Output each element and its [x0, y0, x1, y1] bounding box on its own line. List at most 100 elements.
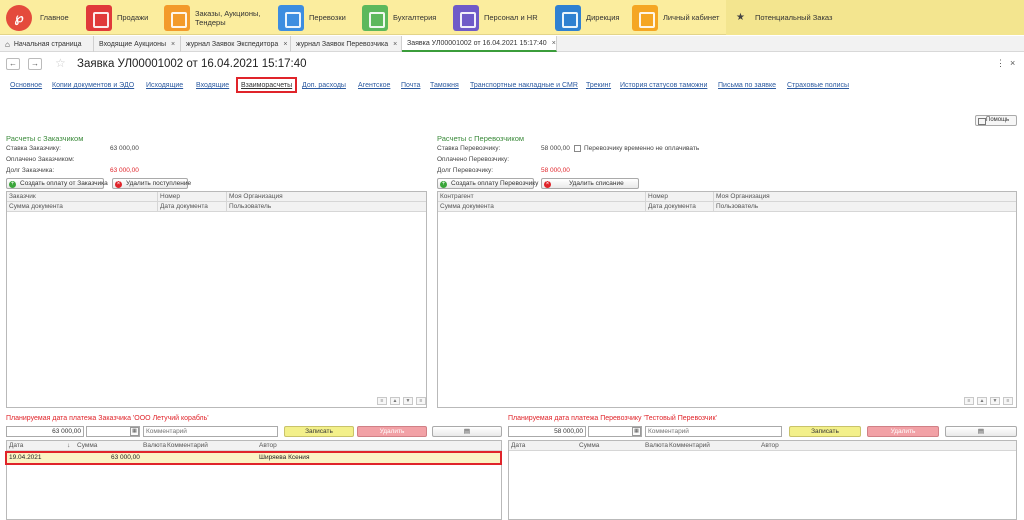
tab-forwarder-journal[interactable]: журнал Заявок Экспедитора ×: [181, 36, 291, 52]
scroll-bottom-icon[interactable]: ≡: [416, 397, 426, 405]
scroll-down-icon[interactable]: ▼: [990, 397, 1000, 405]
section-hr[interactable]: Персонал и HR: [453, 0, 538, 35]
carrier-extra-button[interactable]: ▤: [945, 426, 1017, 437]
tab-agency[interactable]: Агентское: [358, 82, 390, 89]
sort-down-icon[interactable]: ↓: [67, 442, 70, 449]
section-orders[interactable]: Заказы, Аукционы, Тендеры: [164, 0, 265, 35]
column-header[interactable]: Номер: [648, 193, 668, 200]
close-icon[interactable]: ×: [1010, 58, 1015, 68]
section-accounting[interactable]: Бухгалтерия: [362, 0, 436, 35]
customer-remove-button[interactable]: Удалить: [357, 426, 427, 437]
delete-receipt-button[interactable]: × Удалить поступление: [112, 178, 191, 189]
tab-outgoing[interactable]: Исходящие: [146, 82, 183, 89]
carrier-remove-button[interactable]: Удалить: [867, 426, 939, 437]
column-header[interactable]: Заказчик: [9, 193, 36, 200]
column-header[interactable]: Моя Организация: [716, 193, 770, 200]
help-button[interactable]: Помощь: [975, 115, 1017, 126]
customer-extra-button[interactable]: ▤: [432, 426, 502, 437]
column-header[interactable]: Сумма документа: [9, 203, 63, 210]
favorite-potential-order[interactable]: ★ Потенциальный Заказ: [726, 0, 1024, 35]
tab-carrier-journal[interactable]: журнал Заявок Перевозчика ×: [291, 36, 402, 52]
column-header[interactable]: Сумма: [579, 442, 599, 449]
create-customer-payment-button[interactable]: + Создать оплату от Заказчика: [6, 178, 108, 189]
column-header[interactable]: Контрагент: [440, 193, 474, 200]
tab-insurance[interactable]: Страховые полисы: [787, 82, 849, 89]
carrier-debt-label: Долг Перевозчику:: [437, 167, 494, 174]
delete-writeoff-button[interactable]: × Удалить списание: [541, 178, 639, 189]
calendar-icon[interactable]: ▦: [130, 427, 139, 436]
tab-settlements[interactable]: Взаиморасчеты: [236, 77, 298, 93]
tab-incoming-auctions[interactable]: Входящие Аукционы ×: [94, 36, 181, 52]
column-header[interactable]: Валюта: [645, 442, 668, 449]
section-label: Бухгалтерия: [393, 13, 437, 22]
column-header[interactable]: Валюта: [143, 442, 166, 449]
column-divider: [226, 192, 227, 212]
section-sales[interactable]: Продажи: [86, 0, 148, 35]
close-icon[interactable]: ×: [552, 40, 556, 47]
column-header[interactable]: Сумма документа: [440, 203, 494, 210]
column-header[interactable]: Дата документа: [160, 203, 208, 210]
column-header[interactable]: Пользователь: [716, 203, 758, 210]
tab-customs-history[interactable]: История статусов таможни: [620, 82, 707, 89]
column-header[interactable]: Номер: [160, 193, 180, 200]
more-icon[interactable]: ⋮: [996, 58, 1005, 69]
favorite-label: Потенциальный Заказ: [754, 13, 833, 22]
column-header[interactable]: Комментарий: [669, 442, 710, 449]
scroll-end-icon[interactable]: ≡: [964, 397, 974, 405]
customer-save-button[interactable]: Записать: [284, 426, 354, 437]
tab-customs[interactable]: Таможня: [430, 82, 459, 89]
scroll-bottom-icon[interactable]: ≡: [1003, 397, 1013, 405]
tab-order-document[interactable]: Заявка УЛ00001002 от 16.04.2021 15:17:40…: [402, 36, 557, 52]
close-icon[interactable]: ×: [393, 41, 397, 48]
column-header[interactable]: Дата документа: [648, 203, 696, 210]
tab-tracking[interactable]: Трекинг: [586, 82, 611, 89]
tab-home[interactable]: ⌂ Начальная страница: [0, 36, 94, 52]
carrier-plan-amount-field[interactable]: 58 000,00: [508, 426, 586, 437]
close-icon[interactable]: ×: [171, 41, 175, 48]
forward-button[interactable]: →: [28, 58, 42, 70]
close-icon[interactable]: ×: [283, 41, 287, 48]
tab-mail[interactable]: Почта: [401, 82, 420, 89]
scroll-down-icon[interactable]: ▼: [403, 397, 413, 405]
customer-rate-label: Ставка Заказчику:: [6, 145, 61, 152]
column-header[interactable]: Моя Организация: [229, 193, 283, 200]
column-header[interactable]: Дата: [9, 442, 23, 449]
delete-icon: ×: [544, 180, 551, 188]
carrier-plan-table[interactable]: Дата Сумма Валюта Комментарий Автор: [508, 440, 1017, 520]
back-button[interactable]: ←: [6, 58, 20, 70]
carrier-comment-input[interactable]: [645, 426, 782, 437]
calendar-icon[interactable]: ▦: [632, 427, 641, 436]
section-main[interactable]: ℘ Главное: [6, 0, 69, 35]
customer-plan-amount-field[interactable]: 63 000,00: [6, 426, 84, 437]
column-header[interactable]: Комментарий: [167, 442, 208, 449]
section-directorate[interactable]: Дирекция: [555, 0, 619, 35]
page-title: Заявка УЛ00001002 от 16.04.2021 15:17:40: [77, 58, 307, 70]
create-carrier-payment-button[interactable]: + Создать оплату Перевозчику: [437, 178, 538, 189]
tab-letters[interactable]: Письма по заявке: [718, 82, 776, 89]
column-header[interactable]: Автор: [259, 442, 277, 449]
column-header[interactable]: Дата: [511, 442, 525, 449]
tab-extra-costs[interactable]: Доп. расходы: [302, 82, 346, 89]
table-header-row: Дата Сумма Валюта Комментарий Автор: [509, 441, 1016, 451]
customer-comment-input[interactable]: [143, 426, 278, 437]
scroll-end-icon[interactable]: ≡: [377, 397, 387, 405]
scroll-up-icon[interactable]: ▲: [977, 397, 987, 405]
section-transport[interactable]: Перевозки: [278, 0, 346, 35]
scroll-up-icon[interactable]: ▲: [390, 397, 400, 405]
column-header[interactable]: Автор: [761, 442, 779, 449]
section-label: Персонал и HR: [484, 13, 538, 22]
cart-icon: [86, 4, 112, 31]
tab-incoming[interactable]: Входящие: [196, 82, 229, 89]
delete-icon: ×: [115, 180, 122, 188]
column-header[interactable]: Пользователь: [229, 203, 271, 210]
section-cabinet[interactable]: Личный кабинет: [632, 0, 719, 35]
carrier-save-button[interactable]: Записать: [789, 426, 861, 437]
tab-waybills-cmr[interactable]: Транспортные накладные и CMR: [470, 82, 578, 89]
tab-main[interactable]: Основное: [10, 82, 42, 89]
column-header[interactable]: Сумма: [77, 442, 97, 449]
tab-document-copies[interactable]: Копии документов и ЭДО: [52, 82, 134, 89]
carrier-documents-table[interactable]: Контрагент Номер Моя Организация Сумма д…: [437, 191, 1017, 408]
no-pay-checkbox[interactable]: [574, 145, 581, 152]
favorite-star-icon[interactable]: ☆: [55, 56, 66, 70]
customer-documents-table[interactable]: Заказчик Номер Моя Организация Сумма док…: [6, 191, 427, 408]
